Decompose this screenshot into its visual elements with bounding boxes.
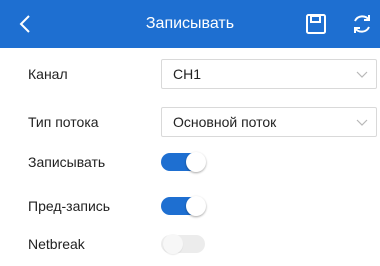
record-toggle[interactable] — [161, 152, 206, 172]
save-button[interactable] — [304, 12, 328, 36]
channel-label: Канал — [28, 66, 68, 82]
netbreak-toggle[interactable] — [161, 234, 205, 254]
chevron-down-icon — [356, 119, 368, 126]
toggle-knob — [186, 196, 206, 216]
channel-row: Канал CH1 — [0, 52, 380, 96]
stream-type-row: Тип потока Основной поток — [0, 100, 380, 144]
netbreak-label: Netbreak — [28, 236, 85, 252]
toggle-knob — [186, 152, 206, 172]
refresh-icon — [354, 15, 370, 33]
netbreak-row: Netbreak — [0, 222, 380, 266]
stream-type-label: Тип потока — [28, 114, 99, 130]
record-label: Записывать — [28, 154, 106, 170]
record-row: Записывать — [0, 140, 380, 184]
stream-type-select-value: Основной поток — [173, 114, 277, 130]
toggle-knob — [163, 234, 183, 254]
refresh-button[interactable] — [350, 12, 374, 36]
stream-type-select[interactable]: Основной поток — [161, 107, 377, 137]
chevron-down-icon — [356, 71, 368, 78]
channel-select[interactable]: CH1 — [161, 59, 377, 89]
floppy-disk-icon — [306, 14, 326, 34]
prerecord-toggle[interactable] — [161, 196, 206, 216]
top-bar: Записывать — [0, 0, 380, 48]
channel-select-value: CH1 — [173, 66, 202, 82]
